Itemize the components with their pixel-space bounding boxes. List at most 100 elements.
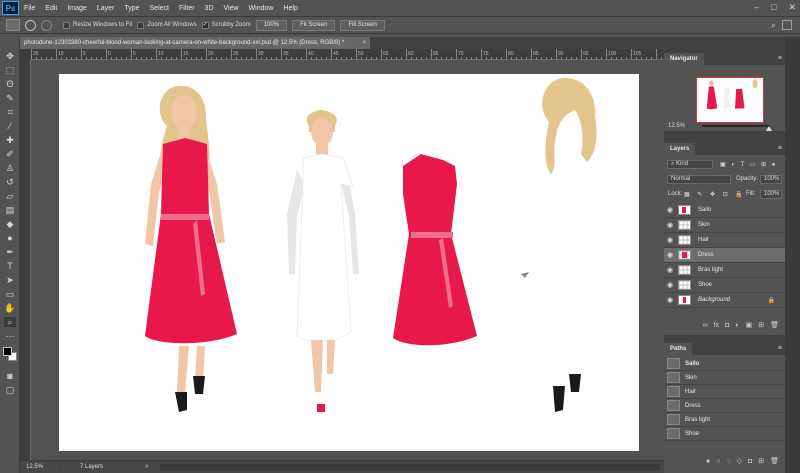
color-swatches[interactable] — [3, 347, 17, 361]
checkbox-box[interactable] — [63, 21, 70, 29]
zoom-all-windows-checkbox[interactable]: Zoom All Windows — [137, 21, 197, 29]
screen-mode-icon[interactable]: ▢ — [4, 385, 16, 395]
menu-image[interactable]: Image — [62, 5, 91, 12]
checkbox-box[interactable] — [137, 21, 145, 29]
adjustment-layer-icon[interactable]: ◐ — [735, 322, 739, 329]
minimize-button[interactable]: – — [754, 2, 759, 13]
make-path-icon[interactable]: ◇ — [737, 457, 742, 465]
visibility-eye-icon[interactable]: ◉ — [664, 281, 676, 289]
fit-screen-button[interactable]: Fit Screen — [292, 19, 336, 31]
eraser-tool-icon[interactable]: ▱ — [4, 191, 16, 201]
panel-menu-icon[interactable]: ≡ — [778, 53, 782, 65]
slider-knob[interactable] — [766, 126, 772, 131]
trash-icon[interactable]: 🗑 — [770, 321, 779, 329]
checkbox-box-checked[interactable] — [201, 21, 209, 29]
horizontal-scrollbar[interactable] — [160, 464, 660, 471]
canvas-area[interactable] — [31, 60, 664, 460]
path-row[interactable]: Skin — [664, 371, 785, 385]
path-select-tool-icon[interactable]: ➤ — [4, 275, 16, 285]
stroke-path-icon[interactable]: ○ — [716, 458, 720, 465]
path-row[interactable]: Sailo — [664, 357, 785, 371]
opacity-input[interactable]: 100% — [760, 175, 782, 184]
marquee-tool-icon[interactable]: ⬚ — [4, 65, 16, 75]
navigator-preview[interactable] — [696, 77, 764, 123]
history-brush-tool-icon[interactable]: ↺ — [4, 177, 16, 187]
hand-tool-icon[interactable]: ✋ — [4, 303, 16, 313]
menu-filter[interactable]: Filter — [174, 5, 200, 12]
layer-row[interactable]: ◉ Bras light — [664, 263, 785, 278]
menu-layer[interactable]: Layer — [92, 5, 120, 12]
menu-type[interactable]: Type — [119, 5, 144, 12]
eyedropper-tool-icon[interactable]: ⁄ — [4, 121, 16, 131]
zoom-tool-icon[interactable]: ⌕ — [4, 317, 16, 327]
visibility-eye-icon[interactable]: ◉ — [664, 206, 676, 214]
lasso-tool-icon[interactable]: ʘ — [4, 79, 16, 89]
fill-screen-button[interactable]: Fill Screen — [340, 19, 385, 31]
shape-tool-icon[interactable]: ▭ — [4, 289, 16, 299]
visibility-eye-icon[interactable]: ◉ — [664, 266, 676, 274]
fill-path-icon[interactable]: ● — [706, 458, 710, 465]
type-tool-icon[interactable]: T — [4, 261, 16, 271]
visibility-eye-icon[interactable]: ◉ — [664, 221, 676, 229]
add-mask-icon[interactable]: ◘ — [725, 322, 729, 329]
panel-menu-icon[interactable]: ≡ — [778, 343, 782, 355]
navigator-zoom-value[interactable]: 12.5% — [668, 123, 685, 129]
move-tool-icon[interactable]: ✥ — [4, 51, 16, 61]
zoom-tool-preset-icon[interactable] — [6, 19, 20, 31]
visibility-eye-icon[interactable]: ◉ — [664, 236, 676, 244]
visibility-eye-icon[interactable]: ◉ — [664, 296, 676, 304]
path-row[interactable]: Hair — [664, 385, 785, 399]
path-row[interactable]: Dress — [664, 399, 785, 413]
blend-mode-select[interactable]: Normal — [667, 175, 731, 184]
layer-style-icon[interactable]: fx — [714, 322, 719, 329]
menu-view[interactable]: View — [219, 5, 244, 12]
navigator-zoom-slider[interactable] — [702, 125, 772, 131]
layer-row[interactable]: ◉ Background 🔒 — [664, 293, 785, 308]
healing-tool-icon[interactable]: ✚ — [4, 135, 16, 145]
crop-tool-icon[interactable]: ⌗ — [4, 107, 16, 117]
path-row[interactable]: Shoe — [664, 427, 785, 441]
menu-window[interactable]: Window — [244, 5, 279, 12]
layers-tab[interactable]: Layers — [664, 143, 696, 155]
document-tab[interactable]: photodune-12303380-cheerful-blond-woman-… — [20, 37, 370, 49]
clone-stamp-tool-icon[interactable]: ♙ — [4, 163, 16, 173]
layer-row[interactable]: ◉ Hair — [664, 233, 785, 248]
brush-tool-icon[interactable]: ✐ — [4, 149, 16, 159]
trash-icon[interactable]: 🗑 — [770, 457, 779, 465]
status-zoom[interactable]: 12.5% — [20, 464, 60, 470]
quick-select-tool-icon[interactable]: ✎ — [4, 93, 16, 103]
foreground-color-swatch[interactable] — [3, 347, 12, 356]
menu-edit[interactable]: Edit — [40, 5, 62, 12]
workspace-icon[interactable] — [782, 20, 792, 30]
link-layers-icon[interactable]: ∞ — [703, 322, 708, 329]
layer-row[interactable]: ◉ Sailo — [664, 203, 785, 218]
maximize-button[interactable]: □ — [771, 2, 776, 13]
scrubby-zoom-checkbox[interactable]: Scrubby Zoom — [201, 21, 251, 29]
new-path-icon[interactable]: ⊞ — [758, 457, 764, 465]
layer-row[interactable]: ◉ Skin — [664, 218, 785, 233]
pen-tool-icon[interactable]: ✒ — [4, 247, 16, 257]
close-tab-icon[interactable]: × — [362, 37, 366, 49]
zoom-out-icon[interactable] — [41, 19, 52, 31]
menu-help[interactable]: Help — [278, 5, 302, 12]
lock-icons[interactable]: ▦ ✎ ✥ ⊡ 🔒 — [684, 191, 746, 198]
status-menu-arrow[interactable]: > — [145, 464, 149, 470]
add-mask-icon[interactable]: ◘ — [748, 458, 752, 465]
zoom-100-button[interactable]: 100% — [255, 19, 288, 31]
resize-windows-checkbox[interactable]: Resize Windows to Fit — [63, 21, 132, 29]
menu-3d[interactable]: 3D — [200, 5, 219, 12]
new-layer-icon[interactable]: ⊞ — [758, 321, 764, 329]
visibility-eye-icon[interactable]: ◉ — [664, 251, 676, 259]
search-icon[interactable]: ⌕ — [771, 20, 776, 31]
path-row[interactable]: Bras light — [664, 413, 785, 427]
layer-kind-filter[interactable]: ⌕ Kind — [667, 160, 713, 169]
blur-tool-icon[interactable]: ◆ — [4, 219, 16, 229]
navigator-tab[interactable]: Navigator — [664, 53, 704, 65]
menu-file[interactable]: File — [19, 5, 40, 12]
more-tools-icon[interactable]: ⋯ — [4, 331, 16, 341]
gradient-tool-icon[interactable]: ▤ — [4, 205, 16, 215]
panel-menu-icon[interactable]: ≡ — [778, 143, 782, 155]
zoom-in-icon[interactable] — [25, 19, 36, 31]
group-layers-icon[interactable]: ▣ — [746, 321, 753, 329]
menu-select[interactable]: Select — [145, 5, 174, 12]
